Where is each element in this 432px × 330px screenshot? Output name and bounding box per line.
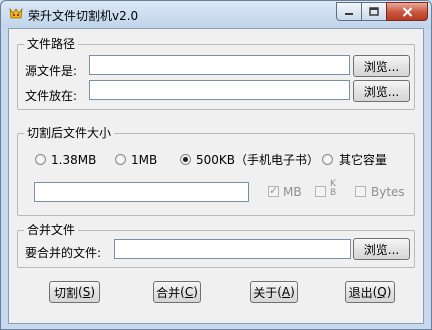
unit-kb-label: K B — [330, 180, 336, 198]
dest-folder-input[interactable] — [89, 80, 350, 100]
split-size-group: 切割后文件大小 — [17, 126, 415, 216]
size-option-label: 1.38MB — [51, 153, 97, 167]
size-option-label: 1MB — [131, 153, 158, 167]
minimize-button[interactable] — [336, 2, 362, 21]
source-file-input[interactable] — [89, 55, 350, 75]
unit-kb-checkbox[interactable] — [315, 186, 326, 197]
exit-paren-close: ) — [386, 285, 392, 299]
source-browse-button[interactable]: 浏览... — [353, 55, 410, 77]
close-button[interactable] — [386, 2, 428, 21]
split-button-label: 切割 — [53, 285, 78, 300]
maximize-button[interactable] — [361, 2, 387, 21]
close-icon — [402, 6, 412, 17]
unit-bytes-checkbox[interactable] — [355, 186, 366, 197]
maximize-icon — [369, 7, 379, 16]
file-path-group-label: 文件路径 — [24, 37, 79, 51]
dest-browse-button[interactable]: 浏览... — [353, 80, 410, 102]
split-size-group-label: 切割后文件大小 — [24, 126, 115, 140]
app-window: 荣升文件切割机v2.0 文件路径 源文件是: 浏览... 文件放在: 浏览...… — [0, 0, 432, 330]
split-paren-close: ) — [90, 285, 95, 299]
app-logo-icon — [9, 7, 23, 19]
unit-bytes-label: Bytes — [371, 185, 405, 199]
split-button[interactable]: 切割(S) — [49, 281, 100, 303]
exit-button[interactable]: 退出(Q) — [345, 281, 395, 303]
about-hotkey: A — [281, 285, 291, 299]
title-bar[interactable]: 荣升文件切割机v2.0 — [1, 1, 431, 28]
merge-browse-button[interactable]: 浏览... — [353, 238, 410, 260]
merge-file-label: 要合并的文件: — [25, 246, 102, 260]
source-file-label: 源文件是: — [25, 64, 78, 78]
window-title: 荣升文件切割机v2.0 — [28, 9, 139, 23]
merge-paren-close: ) — [193, 285, 198, 299]
merge-file-group-label: 合并文件 — [24, 223, 79, 237]
unit-mb-checkbox[interactable] — [268, 184, 279, 197]
about-paren-close: ) — [290, 285, 295, 299]
split-hotkey: S — [82, 285, 91, 299]
exit-hotkey: Q — [377, 285, 387, 299]
about-button[interactable]: 关于(A) — [250, 281, 298, 303]
merge-button[interactable]: 合并(C) — [153, 281, 201, 303]
minimize-icon — [345, 12, 353, 15]
unit-kb-label-bottom: B — [330, 188, 337, 198]
size-radio-custom[interactable] — [322, 154, 333, 165]
merge-hotkey: C — [184, 285, 194, 299]
merge-button-label: 合并 — [156, 285, 181, 300]
client-area: 文件路径 源文件是: 浏览... 文件放在: 浏览... 切割后文件大小 1.3… — [8, 28, 424, 324]
size-radio-500kb[interactable] — [180, 154, 191, 165]
about-button-label: 关于 — [253, 285, 278, 300]
size-option-label: 500KB（手机电子书） — [196, 153, 320, 167]
source-browse-label: 浏览... — [363, 59, 400, 74]
custom-size-input[interactable] — [34, 182, 249, 202]
exit-button-label: 退出 — [348, 285, 373, 300]
unit-mb-label: MB — [283, 185, 302, 199]
dest-browse-label: 浏览... — [363, 84, 400, 99]
size-radio-1mb[interactable] — [115, 154, 126, 165]
merge-browse-label: 浏览... — [363, 242, 400, 257]
size-radio-1-38mb[interactable] — [35, 154, 46, 165]
merge-file-input[interactable] — [114, 239, 351, 259]
size-option-label: 其它容量 — [339, 153, 388, 167]
dest-folder-label: 文件放在: — [25, 89, 78, 103]
